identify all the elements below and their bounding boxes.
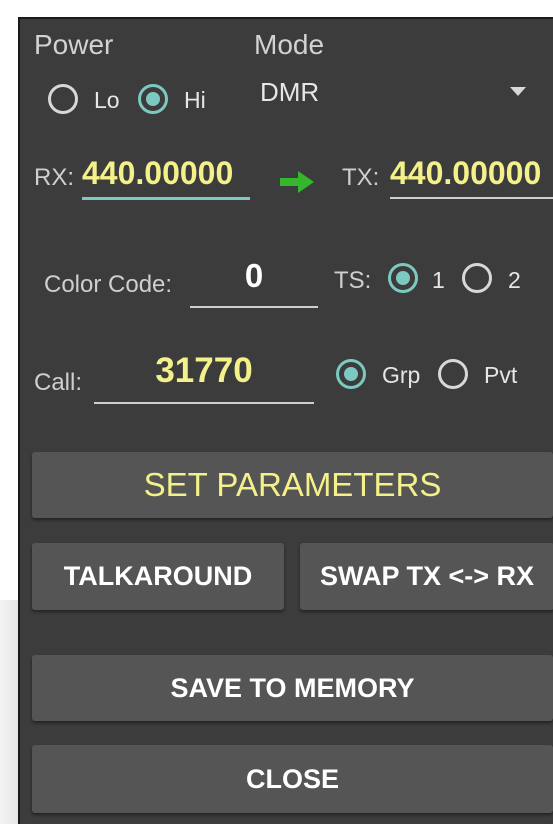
timeslot-1-label: 1 [432, 267, 445, 293]
call-private-label: Pvt [484, 362, 518, 388]
power-hi-label: Hi [184, 87, 206, 113]
call-group-radio[interactable] [336, 359, 366, 389]
color-code-underline [190, 306, 318, 308]
tx-underline [390, 197, 553, 199]
mode-label: Mode [254, 29, 325, 60]
color-code-input[interactable]: 0 [190, 257, 318, 295]
call-id-input[interactable]: 31770 [94, 351, 314, 391]
tx-label: TX: [342, 164, 380, 191]
save-to-memory-button[interactable]: SAVE TO MEMORY [32, 655, 553, 721]
rx-frequency-input[interactable]: 440.00000 [82, 155, 233, 192]
swap-tx-rx-button[interactable]: SWAP TX <-> RX [300, 543, 553, 610]
call-private-radio[interactable] [438, 359, 468, 389]
chevron-down-icon [510, 87, 526, 96]
color-code-label: Color Code: [44, 271, 173, 298]
right-arrow-icon [280, 171, 314, 193]
rx-label: RX: [34, 164, 75, 191]
set-parameters-button[interactable]: SET PARAMETERS [32, 452, 553, 518]
power-label: Power [34, 29, 114, 60]
power-hi-radio[interactable] [138, 84, 168, 114]
timeslot-2-radio[interactable] [462, 263, 492, 293]
talkaround-button[interactable]: TALKAROUND [32, 543, 284, 610]
close-button[interactable]: CLOSE [32, 745, 553, 813]
call-label: Call: [34, 369, 83, 396]
timeslot-1-radio[interactable] [388, 263, 418, 293]
channel-settings-dialog: Power Lo Hi Mode DMR RX: 440.00000 TX: 4… [18, 17, 553, 824]
call-group-label: Grp [382, 362, 421, 388]
mode-dropdown[interactable]: DMR [256, 75, 546, 115]
tx-frequency-input[interactable]: 440.00000 [390, 155, 541, 192]
call-underline [94, 402, 314, 404]
power-lo-radio[interactable] [48, 84, 78, 114]
timeslot-label: TS: [334, 267, 372, 294]
power-lo-label: Lo [94, 87, 120, 113]
mode-selected-value: DMR [260, 77, 320, 107]
rx-underline [82, 197, 250, 200]
timeslot-2-label: 2 [508, 267, 521, 293]
